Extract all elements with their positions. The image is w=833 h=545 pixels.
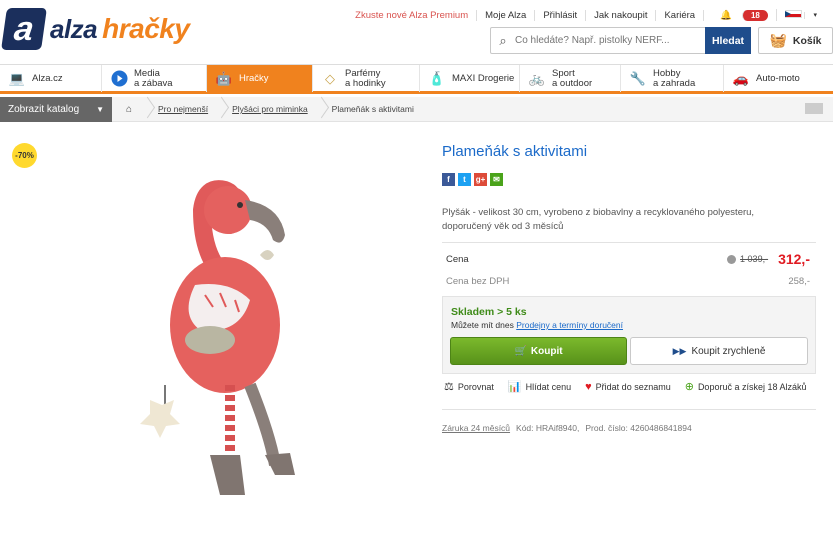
price-row: Cena 1 039,- 312,- — [446, 251, 810, 267]
search-bar: ⌕ Hledat — [490, 27, 751, 54]
language-selector[interactable]: ▾ — [775, 9, 833, 21]
watch-price-button[interactable]: 📊 Hlídat cenu — [508, 380, 571, 393]
chevron-down-icon: ▾ — [804, 12, 825, 19]
breadcrumb: ⌂ Pro nejmenší Plyšáci pro miminka Plame… — [112, 97, 426, 122]
delivery-info: Můžete mít dnes Prodejny a termíny doruč… — [451, 320, 623, 330]
alza-logo[interactable]: a alza hračky — [0, 8, 190, 50]
price-label: Cena — [446, 253, 469, 265]
facebook-icon[interactable]: f — [442, 173, 455, 186]
nav-label: Parfémy a hodinky — [345, 68, 386, 89]
nav-automoto[interactable]: 🚗 Auto-moto — [724, 65, 833, 92]
price-without-vat-label: Cena bez DPH — [446, 276, 510, 287]
search-input[interactable] — [515, 35, 705, 46]
buy-fast-button[interactable]: ▶▶ Koupit zrychleně — [630, 337, 808, 365]
nav-drogerie[interactable]: 🧴 MAXI Drogerie — [420, 65, 520, 92]
notifications-button[interactable]: 🔔 18 — [703, 9, 776, 21]
nav-alza[interactable]: 💻 Alza.cz — [0, 65, 102, 92]
product-code: Kód: HRAif8940, — [516, 423, 580, 433]
compare-button[interactable]: ⚖ Porovnat — [444, 380, 494, 393]
cart-button[interactable]: 🧺 Košík — [758, 27, 833, 54]
nav-parfemy[interactable]: ◇ Parfémy a hodinky — [313, 65, 420, 92]
nav-label: Hobby a zahrada — [653, 68, 696, 89]
compare-icon: ⚖ — [444, 381, 454, 393]
career-link[interactable]: Kariéra — [655, 9, 703, 21]
product-codes: Záruka 24 měsíců Kód: HRAif8940, Prod. č… — [442, 423, 692, 433]
warranty-link[interactable]: Záruka 24 měsíců — [442, 423, 510, 433]
nav-label: Sport a outdoor — [552, 68, 593, 89]
notification-badge: 18 — [741, 9, 768, 21]
toy-icon: 🤖 — [215, 70, 233, 86]
breadcrumb-item[interactable]: Pro nejmenší — [146, 97, 220, 122]
buy-button[interactable]: 🛒 Koupit — [450, 337, 627, 365]
nav-label: Alza.cz — [32, 72, 63, 84]
bottle-icon: 🧴 — [428, 70, 446, 86]
product-title: Plameňák s aktivitami — [442, 143, 588, 160]
nav-media[interactable]: Media a zábava — [102, 65, 207, 92]
google-plus-icon[interactable]: g+ — [474, 173, 487, 186]
cart-label: Košík — [792, 34, 822, 47]
divider — [442, 242, 816, 243]
divider — [442, 409, 816, 410]
cz-flag-icon — [784, 10, 802, 19]
catalog-label: Zobrazit katalog — [8, 103, 80, 115]
print-icon[interactable] — [805, 103, 823, 114]
heart-icon: ♥ — [585, 380, 592, 393]
add-to-list-button[interactable]: ♥ Přidat do seznamu — [585, 381, 671, 393]
price-without-vat: 258,- — [788, 276, 810, 287]
nav-hracky[interactable]: 🤖 Hračky — [207, 65, 313, 92]
nav-label: Hračky — [239, 72, 269, 84]
breadcrumb-item[interactable]: Plyšáci pro miminka — [220, 97, 320, 122]
laptop-icon: 💻 — [8, 70, 26, 86]
bell-icon: 🔔 — [720, 9, 732, 21]
recommend-button[interactable]: ⊕ Doporuč a získej 18 Alzáků — [685, 380, 807, 393]
share-buttons: f t g+ ✉ — [442, 173, 503, 186]
how-to-buy-link[interactable]: Jak nakoupit — [585, 9, 655, 21]
product-description: Plyšák - velikost 30 cm, vyrobeno z biob… — [442, 207, 755, 232]
discount-badge: -70% — [12, 143, 37, 168]
basket-icon: 🧺 — [769, 32, 787, 48]
search-button[interactable]: Hledat — [705, 27, 751, 54]
old-price: 1 039,- — [727, 254, 768, 264]
basket-icon: 🛒 — [514, 345, 527, 357]
recommend-icon: ⊕ — [684, 381, 694, 393]
category-nav: 💻 Alza.cz Media a zábava 🤖 Hračky ◇ Parfé… — [0, 64, 833, 94]
nav-label: Auto-moto — [756, 72, 800, 84]
breadcrumb-bar: Zobrazit katalog ▼ ⌂ Pro nejmenší Plyšác… — [0, 96, 833, 122]
product-number: Prod. číslo: 4260486841894 — [585, 423, 692, 433]
play-icon — [110, 70, 128, 87]
product-actions: ⚖ Porovnat 📊 Hlídat cenu ♥ Přidat do seznam… — [444, 380, 807, 394]
drill-icon: 🔧 — [629, 70, 647, 86]
nav-label: MAXI Drogerie — [452, 72, 515, 84]
delivery-link[interactable]: Prodejny a termíny doručení — [516, 320, 623, 330]
logo-hracky: hračky — [102, 13, 190, 44]
price-without-vat-row: Cena bez DPH 258,- — [446, 276, 810, 287]
logo-alza: alza — [50, 13, 98, 44]
bike-icon: 🚲 — [528, 70, 546, 86]
premium-link[interactable]: Zkuste nové Alza Premium — [347, 10, 476, 21]
info-icon — [727, 254, 737, 264]
login-link[interactable]: Přihlásit — [534, 9, 585, 21]
stock-status: Skladem > 5 ks — [451, 306, 527, 318]
buy-box: Skladem > 5 ks Můžete mít dnes Prodejny … — [442, 296, 816, 374]
email-icon[interactable]: ✉ — [490, 173, 503, 186]
chevron-down-icon: ▼ — [96, 104, 104, 114]
diamond-icon: ◇ — [325, 70, 335, 86]
product-image[interactable] — [90, 135, 360, 535]
logo-mark: a — [1, 8, 47, 50]
nav-hobby[interactable]: 🔧 Hobby a zahrada — [621, 65, 724, 92]
nav-label: Media a zábava — [134, 68, 173, 89]
car-icon: 🚗 — [732, 70, 750, 86]
current-price: 312,- — [778, 251, 810, 267]
my-alza-link[interactable]: Moje Alza — [476, 9, 534, 21]
chart-icon: 📊 — [507, 381, 522, 393]
breadcrumb-current: Plameňák s aktivitami — [320, 97, 426, 122]
nav-sport[interactable]: 🚲 Sport a outdoor — [520, 65, 621, 92]
show-catalog-button[interactable]: Zobrazit katalog ▼ — [0, 96, 112, 122]
twitter-icon[interactable]: t — [458, 173, 471, 186]
top-links: Zkuste nové Alza Premium Moje Alza Přihl… — [347, 9, 833, 21]
double-arrow-icon: ▶▶ — [672, 345, 687, 356]
search-icon: ⌕ — [499, 32, 507, 48]
